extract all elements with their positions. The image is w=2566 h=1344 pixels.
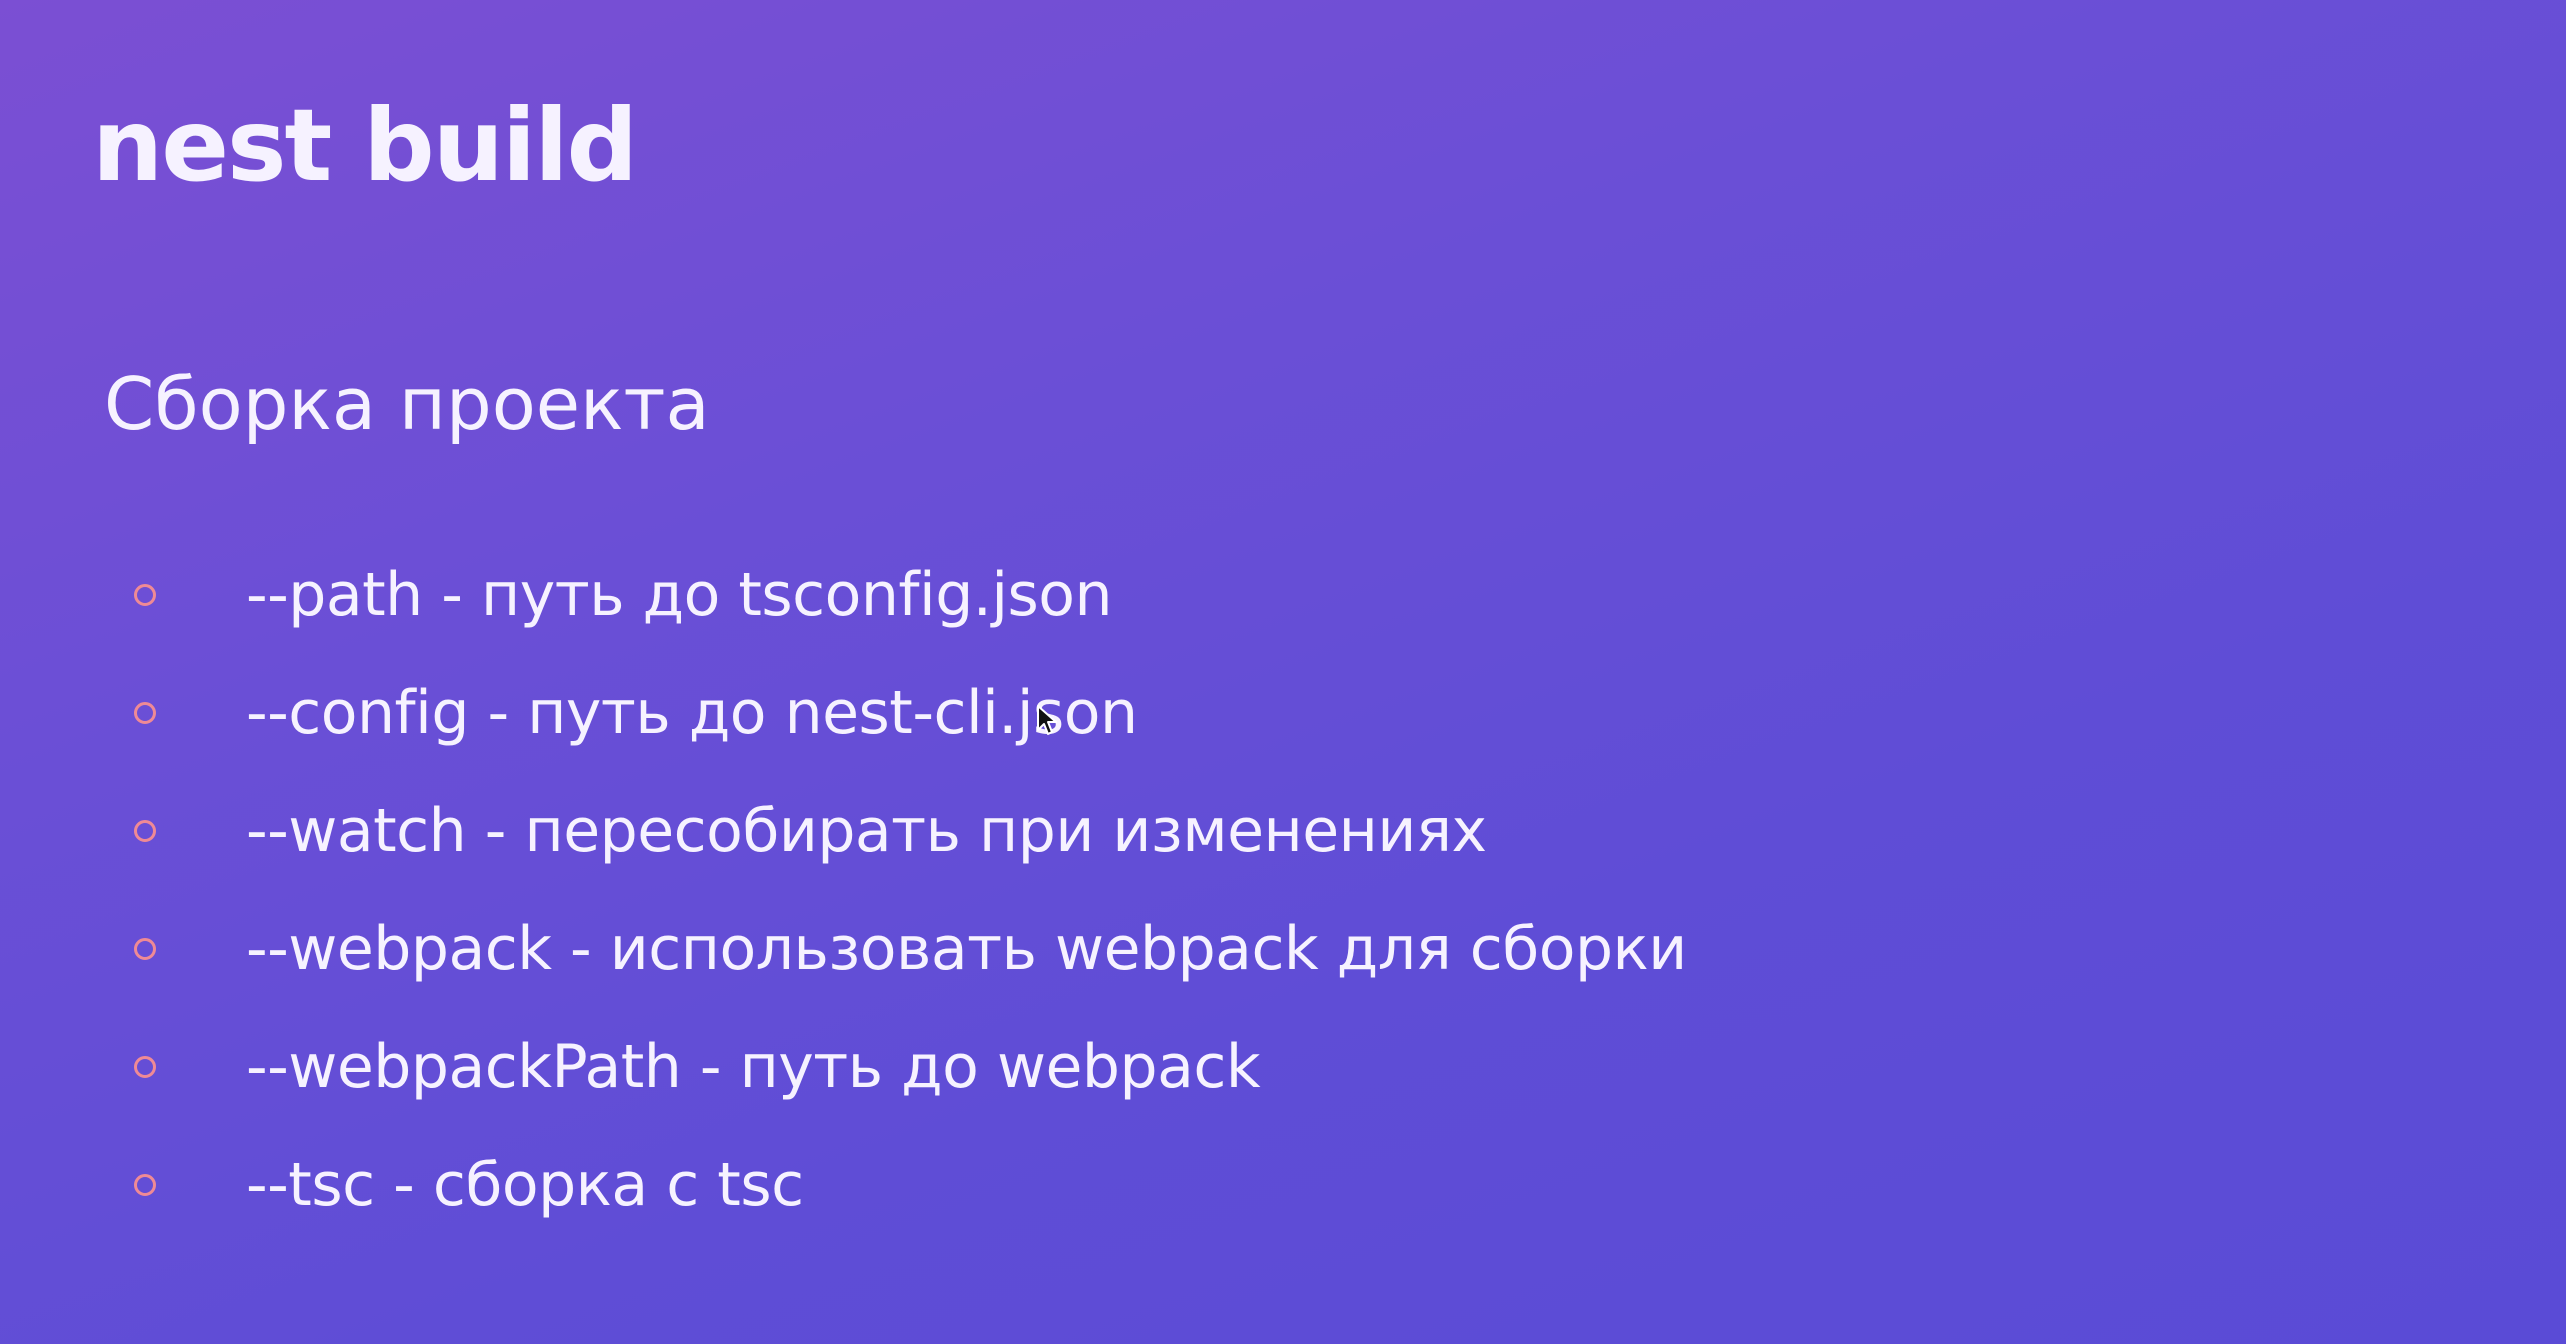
slide-title: nest build bbox=[92, 87, 638, 204]
slide-subtitle: Сборка проекта bbox=[104, 362, 710, 446]
hollow-circle-bullet-icon bbox=[134, 820, 156, 842]
hollow-circle-bullet-icon bbox=[134, 938, 156, 960]
hollow-circle-bullet-icon bbox=[134, 1056, 156, 1078]
list-item-text: --tsc - сборка с tsc bbox=[246, 1150, 804, 1220]
list-item-webpackpath: --webpackPath - путь до webpack bbox=[130, 1008, 1687, 1126]
hollow-circle-bullet-icon bbox=[134, 702, 156, 724]
mouse-pointer-icon bbox=[1037, 705, 1057, 735]
hollow-circle-bullet-icon bbox=[134, 584, 156, 606]
list-item-watch: --watch - пересобирать при изменениях bbox=[130, 772, 1687, 890]
list-item-path: --path - путь до tsconfig.json bbox=[130, 536, 1687, 654]
presentation-slide: nest build Сборка проекта --path - путь … bbox=[0, 0, 2566, 1344]
hollow-circle-bullet-icon bbox=[134, 1174, 156, 1196]
list-item-webpack: --webpack - использовать webpack для сбо… bbox=[130, 890, 1687, 1008]
list-item-config: --config - путь до nest-cli.json bbox=[130, 654, 1687, 772]
list-item-text: --watch - пересобирать при изменениях bbox=[246, 796, 1487, 866]
list-item-text: --webpack - использовать webpack для сбо… bbox=[246, 914, 1687, 984]
list-item-tsc: --tsc - сборка с tsc bbox=[130, 1126, 1687, 1244]
list-item-text: --webpackPath - путь до webpack bbox=[246, 1032, 1261, 1102]
list-item-text: --config - путь до nest-cli.json bbox=[246, 678, 1138, 748]
list-item-text: --path - путь до tsconfig.json bbox=[246, 560, 1113, 630]
option-list: --path - путь до tsconfig.json --config … bbox=[130, 536, 1687, 1244]
